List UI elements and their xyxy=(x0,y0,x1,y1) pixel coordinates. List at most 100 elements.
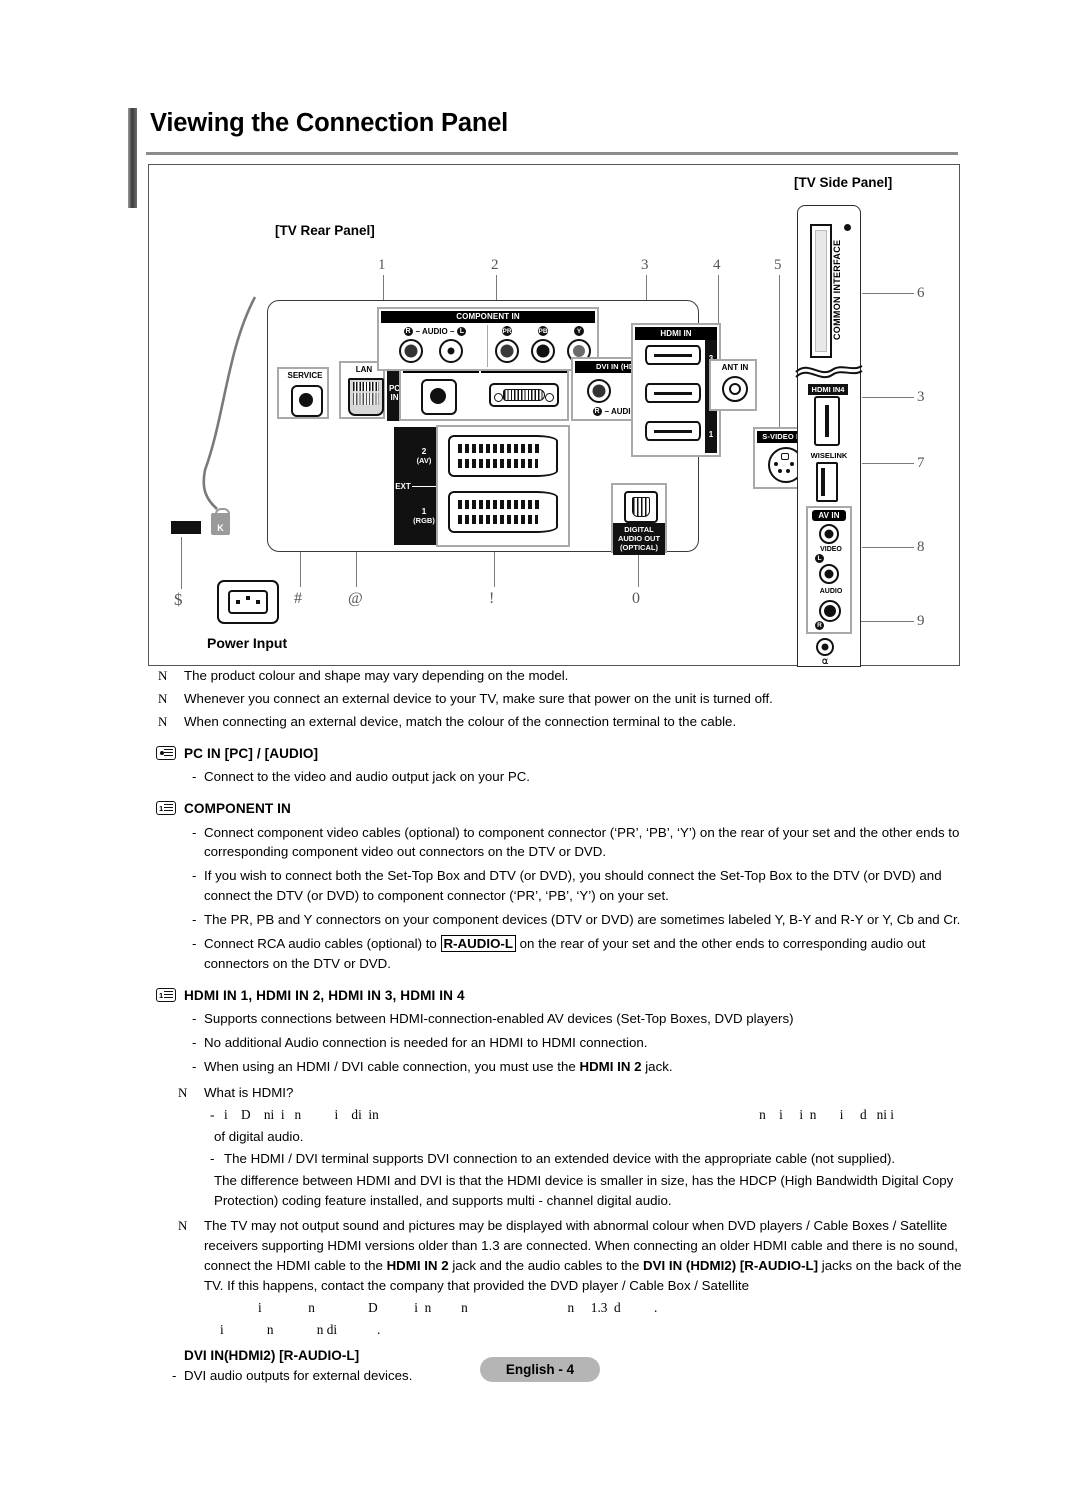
common-interface-label: COMMON INTERFACE xyxy=(832,239,842,341)
dvi-audio-r-jack xyxy=(587,379,611,403)
section-item: Connect to the video and audio output ja… xyxy=(148,767,978,787)
scart-block xyxy=(436,425,570,547)
note-row: N Whenever you connect an external device… xyxy=(148,689,978,709)
section-title: HDMI IN 1, HDMI IN 2, HDMI IN 3, HDMI IN… xyxy=(184,988,465,1004)
component-audio-r-jack xyxy=(399,339,423,363)
callout-zero: 0 xyxy=(632,590,640,607)
rca-pre: Connect RCA audio cables (optional) to xyxy=(204,936,441,952)
manual-page: Viewing the Connection Panel [TV Side Pa… xyxy=(0,0,1080,1488)
headphone-jack xyxy=(816,638,834,656)
title-divider xyxy=(146,152,958,155)
callout-1: 1 xyxy=(378,257,386,273)
section-item: The PR, PB and Y connectors on your comp… xyxy=(148,910,978,930)
hdmi-in-icon: 1 xyxy=(156,988,176,1003)
ant-in-port: ANT IN xyxy=(709,359,757,411)
note-mark: N xyxy=(158,668,168,683)
callout-exclaim: ! xyxy=(489,590,495,607)
body-content: N The product colour and shape may vary d… xyxy=(148,666,978,1386)
pc-vga-port xyxy=(489,383,559,407)
section-item-rca: Connect RCA audio cables (optional) to R… xyxy=(148,934,978,974)
partial-render-line-2: i n D i n n n 1.3 d . xyxy=(258,1299,658,1315)
pc-in-icon xyxy=(156,745,176,760)
section-item: Connect component video cables (optional… xyxy=(148,823,978,863)
ext-numbers: 2 (AV) 1 (RGB) xyxy=(412,427,436,545)
page-footer: English - 4 xyxy=(0,1357,1080,1382)
callout-8-leader xyxy=(862,547,914,549)
component-pb-mark: PB xyxy=(538,326,548,336)
av-video-jack xyxy=(819,524,839,544)
section-title: PC IN [PC] / [AUDIO] xyxy=(184,745,319,761)
note-row: N The product colour and shape may vary d… xyxy=(148,666,978,686)
sub-note-row: N What is HDMI? xyxy=(148,1083,978,1103)
callout-2: 2 xyxy=(491,257,499,273)
tv-side-panel-strip: COMMON INTERFACE HDMI IN4 WISELINK AV IN xyxy=(795,205,863,667)
partial-render-line-3: i n n di . xyxy=(220,1321,381,1337)
note-mark: N xyxy=(178,1217,188,1233)
common-interface-slot xyxy=(810,224,832,358)
note-text: When connecting an external device, matc… xyxy=(184,713,737,729)
callout-8: 8 xyxy=(917,539,925,555)
section-item: If you wish to connect both the Set-Top … xyxy=(148,866,978,906)
hdmi-port-1 xyxy=(645,421,701,441)
big-note-bold-dvi: DVI IN (HDMI2) [R-AUDIO-L] xyxy=(643,1257,819,1273)
break-wave xyxy=(795,365,863,378)
component-y-mark: Y xyxy=(574,326,584,336)
digital-audio-out-port: DIGITAL AUDIO OUT (OPTICAL) xyxy=(611,483,667,555)
page-title-block: Viewing the Connection Panel xyxy=(128,108,958,208)
component-r-mark: R xyxy=(403,326,413,336)
callout-at: @ xyxy=(348,590,363,607)
av-l-mark: L xyxy=(815,554,824,563)
note-text: Whenever you connect an external device … xyxy=(184,690,773,706)
callout-3: 3 xyxy=(641,257,649,273)
cable-curve xyxy=(202,296,257,510)
partial-render-line: i D ni i n i di inn i i n i d ni i xyxy=(148,1105,978,1125)
tv-rear-panel-label: [TV Rear Panel] xyxy=(275,223,375,238)
callout-3-right: 3 xyxy=(917,389,925,405)
section-heading-hdmi-in: 1 HDMI IN 1, HDMI IN 2, HDMI IN 3, HDMI … xyxy=(148,986,978,1006)
section-item: The HDMI / DVI terminal supports DVI con… xyxy=(148,1149,978,1169)
common-interface-dot-icon xyxy=(844,224,851,231)
kensington-lock-icon: K xyxy=(211,508,230,535)
ext-tab: EXT xyxy=(394,427,412,545)
callout-dollar-leader xyxy=(181,537,183,589)
section-heading-pc-in: PC IN [PC] / [AUDIO] xyxy=(148,744,978,764)
section-item: No additional Audio connection is needed… xyxy=(148,1033,978,1053)
component-audio-label: – AUDIO – xyxy=(415,326,455,336)
callout-5: 5 xyxy=(774,257,782,273)
wiselink-label: WISELINK xyxy=(810,450,848,460)
component-l-mark: L xyxy=(457,326,467,336)
big-note-row: N The TV may not output sound and pictur… xyxy=(148,1216,978,1296)
hdmi-num-1: 1 xyxy=(708,429,714,439)
hdmi-in-2-bold: HDMI IN 2 xyxy=(579,1059,642,1075)
scart-connector-1rgb xyxy=(448,491,558,533)
tv-side-panel-label: [TV Side Panel] xyxy=(794,175,893,190)
callout-4: 4 xyxy=(713,257,721,273)
note-text: The product colour and shape may vary de… xyxy=(184,668,569,683)
section-item: The difference between HDMI and DVI is t… xyxy=(214,1173,954,1208)
av-video-label: VIDEO xyxy=(820,546,842,553)
scart-connector-2av xyxy=(448,435,558,477)
av-r-mark: R xyxy=(815,621,824,630)
sub-note-text: What is HDMI? xyxy=(204,1085,294,1101)
kensington-slot-icon xyxy=(171,521,201,534)
dvi-r-mark: R xyxy=(592,407,602,416)
hdmi-port-3 xyxy=(645,345,701,365)
note-row: N When connecting an external device, mat… xyxy=(148,712,978,732)
title-side-tab xyxy=(128,108,137,208)
section-heading-component-in: 1 COMPONENT IN xyxy=(148,799,978,819)
note-mark: N xyxy=(158,690,168,706)
callout-3-right-leader xyxy=(862,397,914,399)
av-audio-label: AUDIO xyxy=(819,588,843,595)
callout-7: 7 xyxy=(917,455,925,471)
hdmi-in4-label: HDMI IN4 xyxy=(808,384,848,395)
component-in-block: COMPONENT IN R – AUDIO – L PR PB Y xyxy=(377,307,599,371)
callout-6-leader xyxy=(862,293,914,295)
section-item-hdmi2: When using an HDMI / DVI cable connectio… xyxy=(148,1057,978,1077)
callout-hash: # xyxy=(294,590,302,607)
big-note-mid: jack and the audio cables to the xyxy=(448,1257,644,1273)
av-audio-r-jack xyxy=(819,600,841,622)
component-pb-jack xyxy=(531,339,555,363)
section-title: COMPONENT IN xyxy=(184,801,291,817)
av-audio-l-jack xyxy=(819,564,839,584)
page-title: Viewing the Connection Panel xyxy=(150,109,509,137)
